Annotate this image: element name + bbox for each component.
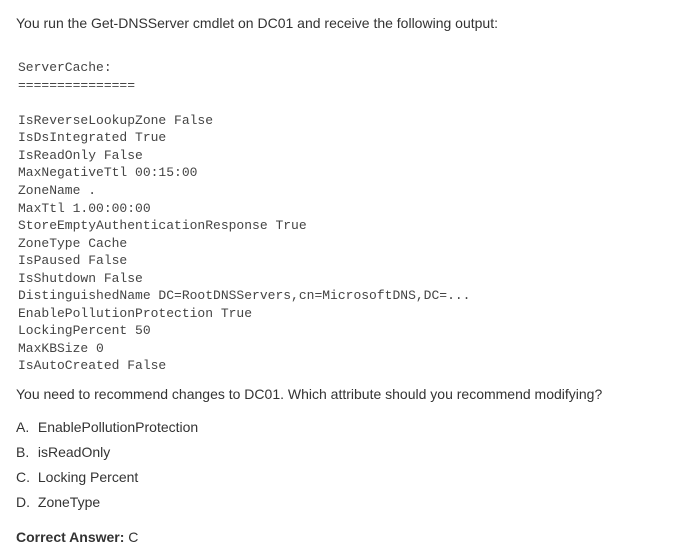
output-line: MaxKBSize 0 bbox=[18, 341, 104, 356]
option-letter: D. bbox=[16, 492, 34, 513]
option-a[interactable]: A. EnablePollutionProtection bbox=[16, 417, 679, 438]
divider: =============== bbox=[18, 78, 135, 93]
option-letter: A. bbox=[16, 417, 34, 438]
option-c[interactable]: C. Locking Percent bbox=[16, 467, 679, 488]
answer-value: C bbox=[128, 529, 138, 545]
output-line: StoreEmptyAuthenticationResponse True bbox=[18, 218, 307, 233]
question-prompt: You need to recommend changes to DC01. W… bbox=[16, 385, 679, 405]
cmdlet-output: ServerCache: =============== IsReverseLo… bbox=[18, 42, 679, 375]
option-text: ZoneType bbox=[38, 494, 100, 510]
output-line: MaxTtl 1.00:00:00 bbox=[18, 201, 151, 216]
option-letter: B. bbox=[16, 442, 34, 463]
option-text: isReadOnly bbox=[38, 444, 110, 460]
option-d[interactable]: D. ZoneType bbox=[16, 492, 679, 513]
answer-options: A. EnablePollutionProtection B. isReadOn… bbox=[16, 417, 679, 513]
output-line: LockingPercent 50 bbox=[18, 323, 151, 338]
output-line: MaxNegativeTtl 00:15:00 bbox=[18, 165, 197, 180]
output-line: IsAutoCreated False bbox=[18, 358, 166, 373]
output-line: IsDsIntegrated True bbox=[18, 130, 166, 145]
server-cache-header: ServerCache: bbox=[18, 60, 112, 75]
question-stem: You run the Get-DNSServer cmdlet on DC01… bbox=[16, 14, 679, 34]
output-line: IsPaused False bbox=[18, 253, 127, 268]
option-text: EnablePollutionProtection bbox=[38, 419, 198, 435]
output-line: DistinguishedName DC=RootDNSServers,cn=M… bbox=[18, 288, 470, 303]
output-line: ZoneName . bbox=[18, 183, 96, 198]
answer-label: Correct Answer: bbox=[16, 529, 124, 545]
output-line: EnablePollutionProtection True bbox=[18, 306, 252, 321]
output-line: ZoneType Cache bbox=[18, 236, 127, 251]
output-line: IsReadOnly False bbox=[18, 148, 143, 163]
option-text: Locking Percent bbox=[38, 469, 138, 485]
option-b[interactable]: B. isReadOnly bbox=[16, 442, 679, 463]
correct-answer: Correct Answer: C bbox=[16, 529, 679, 545]
output-line: IsShutdown False bbox=[18, 271, 143, 286]
output-line: IsReverseLookupZone False bbox=[18, 113, 213, 128]
option-letter: C. bbox=[16, 467, 34, 488]
